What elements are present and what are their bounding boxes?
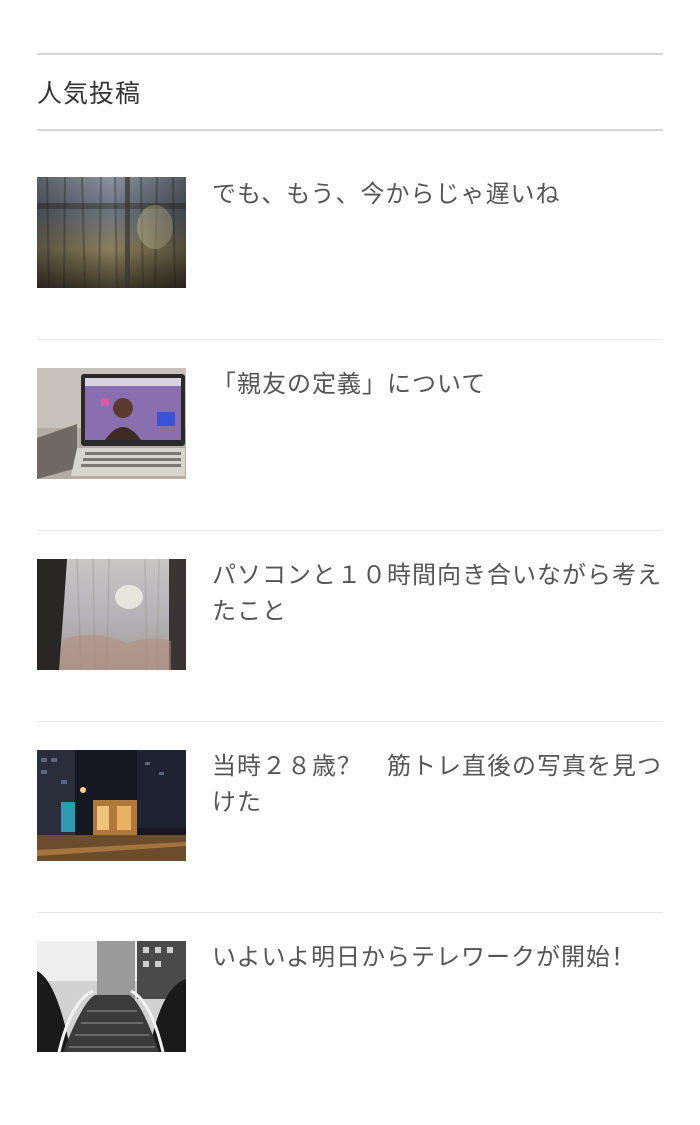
escalator-image — [37, 941, 186, 1052]
sheer-curtain-image — [37, 559, 186, 670]
post-link[interactable]: 「親友の定義」について — [37, 340, 663, 530]
list-item: 「親友の定義」について — [37, 339, 663, 530]
widget-title: 人気投稿 — [37, 79, 142, 108]
night-street-image — [37, 750, 186, 861]
laptop-video-call-image — [37, 368, 186, 479]
widget-header: 人気投稿 — [37, 53, 663, 131]
post-title[interactable]: いよいよ明日からテレワークが開始！ — [212, 939, 663, 975]
list-item: いよいよ明日からテレワークが開始！ — [37, 912, 663, 1103]
post-link[interactable]: パソコンと１０時間向き合いながら考えたこと — [37, 531, 663, 721]
post-title[interactable]: パソコンと１０時間向き合いながら考えたこと — [212, 557, 663, 629]
post-link[interactable]: いよいよ明日からテレワークが開始！ — [37, 913, 663, 1103]
post-title[interactable]: 当時２８歳？ 筋トレ直後の写真を見つけた — [212, 748, 663, 820]
list-item: でも、もう、今からじゃ遅いね — [37, 131, 663, 339]
list-item: 当時２８歳？ 筋トレ直後の写真を見つけた — [37, 721, 663, 912]
popular-posts-widget: 人気投稿 でも、もう、今からじゃ遅いね 「親友の定義」について パソコンと１０時… — [37, 53, 663, 1103]
list-item: パソコンと１０時間向き合いながら考えたこと — [37, 530, 663, 721]
post-list: でも、もう、今からじゃ遅いね 「親友の定義」について パソコンと１０時間向き合い… — [37, 131, 663, 1103]
post-title[interactable]: 「親友の定義」について — [212, 366, 663, 402]
curtain-window-image — [37, 177, 186, 288]
post-thumbnail[interactable] — [37, 559, 186, 670]
post-title[interactable]: でも、もう、今からじゃ遅いね — [212, 176, 663, 212]
post-thumbnail[interactable] — [37, 750, 186, 861]
post-thumbnail[interactable] — [37, 177, 186, 288]
post-thumbnail[interactable] — [37, 368, 186, 479]
post-thumbnail[interactable] — [37, 941, 186, 1052]
post-link[interactable]: 当時２８歳？ 筋トレ直後の写真を見つけた — [37, 722, 663, 912]
post-link[interactable]: でも、もう、今からじゃ遅いね — [37, 131, 663, 339]
